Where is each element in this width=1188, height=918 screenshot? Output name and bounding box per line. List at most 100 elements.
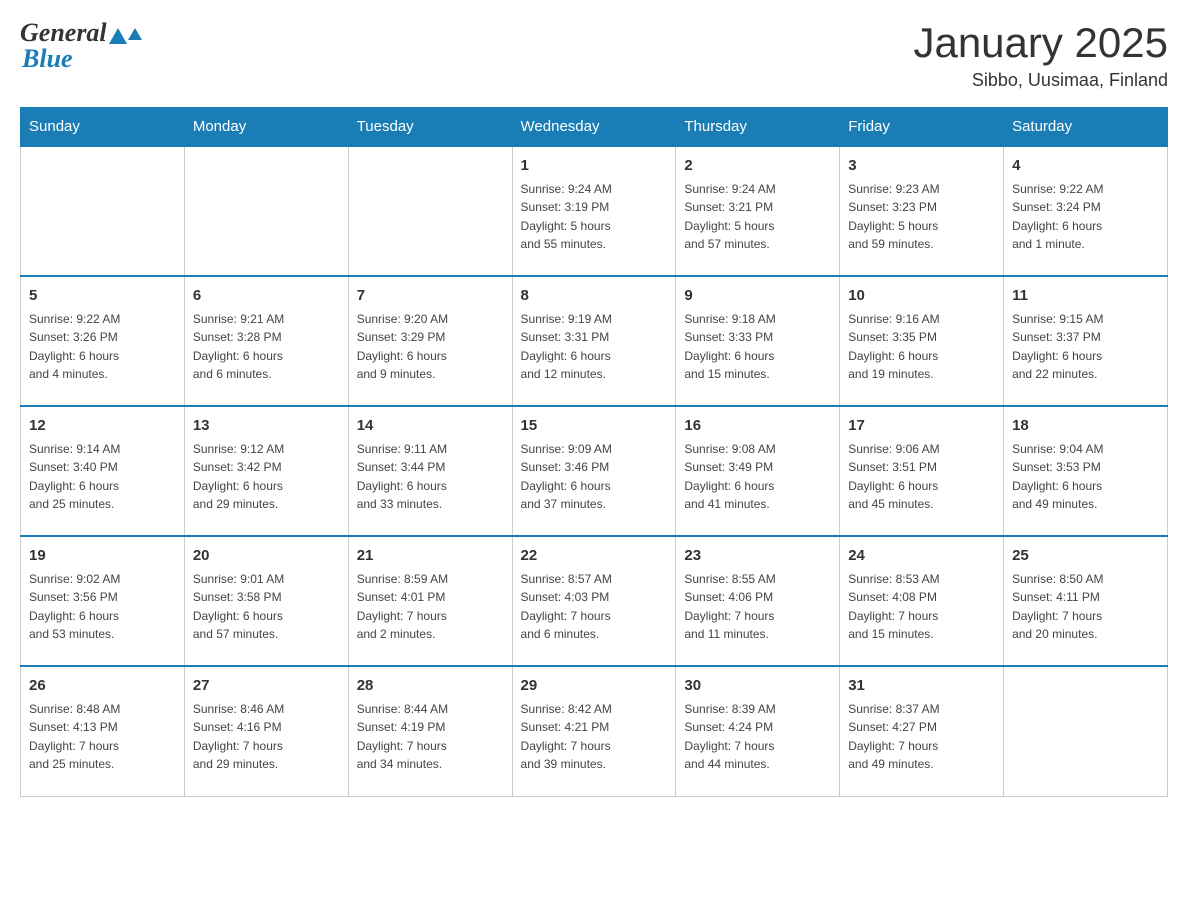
- day-number: 9: [684, 285, 831, 308]
- day-info: Sunrise: 9:18 AM Sunset: 3:33 PM Dayligh…: [684, 310, 831, 384]
- day-info: Sunrise: 9:08 AM Sunset: 3:49 PM Dayligh…: [684, 440, 831, 514]
- day-number: 28: [357, 675, 504, 698]
- day-number: 1: [521, 155, 668, 178]
- day-of-week-header: Monday: [184, 108, 348, 147]
- calendar-week-row: 26Sunrise: 8:48 AM Sunset: 4:13 PM Dayli…: [21, 666, 1168, 796]
- calendar-day-cell: 12Sunrise: 9:14 AM Sunset: 3:40 PM Dayli…: [21, 406, 185, 536]
- day-info: Sunrise: 9:12 AM Sunset: 3:42 PM Dayligh…: [193, 440, 340, 514]
- day-number: 26: [29, 675, 176, 698]
- logo: General Blue: [20, 20, 142, 72]
- calendar-day-cell: 29Sunrise: 8:42 AM Sunset: 4:21 PM Dayli…: [512, 666, 676, 796]
- day-info: Sunrise: 8:55 AM Sunset: 4:06 PM Dayligh…: [684, 570, 831, 644]
- day-number: 10: [848, 285, 995, 308]
- day-info: Sunrise: 9:20 AM Sunset: 3:29 PM Dayligh…: [357, 310, 504, 384]
- calendar-day-cell: 19Sunrise: 9:02 AM Sunset: 3:56 PM Dayli…: [21, 536, 185, 666]
- calendar-day-cell: 8Sunrise: 9:19 AM Sunset: 3:31 PM Daylig…: [512, 276, 676, 406]
- calendar-day-cell: 3Sunrise: 9:23 AM Sunset: 3:23 PM Daylig…: [840, 146, 1004, 276]
- calendar-day-cell: 24Sunrise: 8:53 AM Sunset: 4:08 PM Dayli…: [840, 536, 1004, 666]
- day-info: Sunrise: 9:19 AM Sunset: 3:31 PM Dayligh…: [521, 310, 668, 384]
- logo-general-text: General: [20, 20, 107, 46]
- day-number: 8: [521, 285, 668, 308]
- month-title: January 2025: [913, 20, 1168, 66]
- day-info: Sunrise: 8:46 AM Sunset: 4:16 PM Dayligh…: [193, 700, 340, 774]
- day-number: 6: [193, 285, 340, 308]
- day-number: 13: [193, 415, 340, 438]
- day-info: Sunrise: 8:48 AM Sunset: 4:13 PM Dayligh…: [29, 700, 176, 774]
- calendar-day-cell: 7Sunrise: 9:20 AM Sunset: 3:29 PM Daylig…: [348, 276, 512, 406]
- day-number: 22: [521, 545, 668, 568]
- calendar-day-cell: 6Sunrise: 9:21 AM Sunset: 3:28 PM Daylig…: [184, 276, 348, 406]
- day-info: Sunrise: 8:53 AM Sunset: 4:08 PM Dayligh…: [848, 570, 995, 644]
- calendar-header: SundayMondayTuesdayWednesdayThursdayFrid…: [21, 108, 1168, 147]
- calendar-day-cell: 30Sunrise: 8:39 AM Sunset: 4:24 PM Dayli…: [676, 666, 840, 796]
- location: Sibbo, Uusimaa, Finland: [913, 70, 1168, 91]
- calendar-day-cell: 13Sunrise: 9:12 AM Sunset: 3:42 PM Dayli…: [184, 406, 348, 536]
- day-info: Sunrise: 9:01 AM Sunset: 3:58 PM Dayligh…: [193, 570, 340, 644]
- day-info: Sunrise: 9:11 AM Sunset: 3:44 PM Dayligh…: [357, 440, 504, 514]
- page-header: General Blue January 2025 Sibbo, Uusimaa…: [20, 20, 1168, 91]
- calendar-day-cell: 21Sunrise: 8:59 AM Sunset: 4:01 PM Dayli…: [348, 536, 512, 666]
- calendar-day-cell: 31Sunrise: 8:37 AM Sunset: 4:27 PM Dayli…: [840, 666, 1004, 796]
- day-info: Sunrise: 9:09 AM Sunset: 3:46 PM Dayligh…: [521, 440, 668, 514]
- calendar-week-row: 5Sunrise: 9:22 AM Sunset: 3:26 PM Daylig…: [21, 276, 1168, 406]
- calendar-day-cell: 1Sunrise: 9:24 AM Sunset: 3:19 PM Daylig…: [512, 146, 676, 276]
- calendar-day-cell: 27Sunrise: 8:46 AM Sunset: 4:16 PM Dayli…: [184, 666, 348, 796]
- calendar-day-cell: [1004, 666, 1168, 796]
- day-number: 30: [684, 675, 831, 698]
- day-number: 11: [1012, 285, 1159, 308]
- calendar-day-cell: 22Sunrise: 8:57 AM Sunset: 4:03 PM Dayli…: [512, 536, 676, 666]
- day-number: 19: [29, 545, 176, 568]
- day-number: 16: [684, 415, 831, 438]
- calendar-day-cell: 23Sunrise: 8:55 AM Sunset: 4:06 PM Dayli…: [676, 536, 840, 666]
- day-number: 7: [357, 285, 504, 308]
- day-of-week-header: Wednesday: [512, 108, 676, 147]
- title-section: January 2025 Sibbo, Uusimaa, Finland: [913, 20, 1168, 91]
- calendar-day-cell: 26Sunrise: 8:48 AM Sunset: 4:13 PM Dayli…: [21, 666, 185, 796]
- day-info: Sunrise: 9:24 AM Sunset: 3:19 PM Dayligh…: [521, 180, 668, 254]
- calendar-day-cell: 17Sunrise: 9:06 AM Sunset: 3:51 PM Dayli…: [840, 406, 1004, 536]
- day-number: 15: [521, 415, 668, 438]
- calendar-header-row: SundayMondayTuesdayWednesdayThursdayFrid…: [21, 108, 1168, 147]
- calendar-day-cell: 2Sunrise: 9:24 AM Sunset: 3:21 PM Daylig…: [676, 146, 840, 276]
- day-info: Sunrise: 9:06 AM Sunset: 3:51 PM Dayligh…: [848, 440, 995, 514]
- calendar-day-cell: 25Sunrise: 8:50 AM Sunset: 4:11 PM Dayli…: [1004, 536, 1168, 666]
- day-of-week-header: Tuesday: [348, 108, 512, 147]
- logo-icon: [109, 28, 142, 44]
- calendar-week-row: 1Sunrise: 9:24 AM Sunset: 3:19 PM Daylig…: [21, 146, 1168, 276]
- day-info: Sunrise: 8:59 AM Sunset: 4:01 PM Dayligh…: [357, 570, 504, 644]
- day-info: Sunrise: 8:42 AM Sunset: 4:21 PM Dayligh…: [521, 700, 668, 774]
- day-info: Sunrise: 9:21 AM Sunset: 3:28 PM Dayligh…: [193, 310, 340, 384]
- day-number: 21: [357, 545, 504, 568]
- day-number: 3: [848, 155, 995, 178]
- calendar-day-cell: 15Sunrise: 9:09 AM Sunset: 3:46 PM Dayli…: [512, 406, 676, 536]
- day-info: Sunrise: 9:24 AM Sunset: 3:21 PM Dayligh…: [684, 180, 831, 254]
- calendar-day-cell: 11Sunrise: 9:15 AM Sunset: 3:37 PM Dayli…: [1004, 276, 1168, 406]
- day-info: Sunrise: 9:22 AM Sunset: 3:26 PM Dayligh…: [29, 310, 176, 384]
- day-number: 18: [1012, 415, 1159, 438]
- day-number: 5: [29, 285, 176, 308]
- day-number: 4: [1012, 155, 1159, 178]
- calendar-day-cell: 10Sunrise: 9:16 AM Sunset: 3:35 PM Dayli…: [840, 276, 1004, 406]
- day-info: Sunrise: 9:23 AM Sunset: 3:23 PM Dayligh…: [848, 180, 995, 254]
- day-info: Sunrise: 8:50 AM Sunset: 4:11 PM Dayligh…: [1012, 570, 1159, 644]
- day-number: 29: [521, 675, 668, 698]
- calendar-day-cell: 18Sunrise: 9:04 AM Sunset: 3:53 PM Dayli…: [1004, 406, 1168, 536]
- day-number: 31: [848, 675, 995, 698]
- day-info: Sunrise: 9:15 AM Sunset: 3:37 PM Dayligh…: [1012, 310, 1159, 384]
- day-number: 27: [193, 675, 340, 698]
- day-info: Sunrise: 9:14 AM Sunset: 3:40 PM Dayligh…: [29, 440, 176, 514]
- calendar-day-cell: 5Sunrise: 9:22 AM Sunset: 3:26 PM Daylig…: [21, 276, 185, 406]
- day-info: Sunrise: 9:04 AM Sunset: 3:53 PM Dayligh…: [1012, 440, 1159, 514]
- calendar-day-cell: [21, 146, 185, 276]
- day-info: Sunrise: 9:22 AM Sunset: 3:24 PM Dayligh…: [1012, 180, 1159, 254]
- day-info: Sunrise: 8:44 AM Sunset: 4:19 PM Dayligh…: [357, 700, 504, 774]
- day-number: 25: [1012, 545, 1159, 568]
- calendar-day-cell: 14Sunrise: 9:11 AM Sunset: 3:44 PM Dayli…: [348, 406, 512, 536]
- calendar-week-row: 19Sunrise: 9:02 AM Sunset: 3:56 PM Dayli…: [21, 536, 1168, 666]
- day-of-week-header: Friday: [840, 108, 1004, 147]
- day-number: 14: [357, 415, 504, 438]
- logo-blue-text: Blue: [22, 44, 73, 73]
- day-of-week-header: Sunday: [21, 108, 185, 147]
- day-of-week-header: Thursday: [676, 108, 840, 147]
- calendar-day-cell: [348, 146, 512, 276]
